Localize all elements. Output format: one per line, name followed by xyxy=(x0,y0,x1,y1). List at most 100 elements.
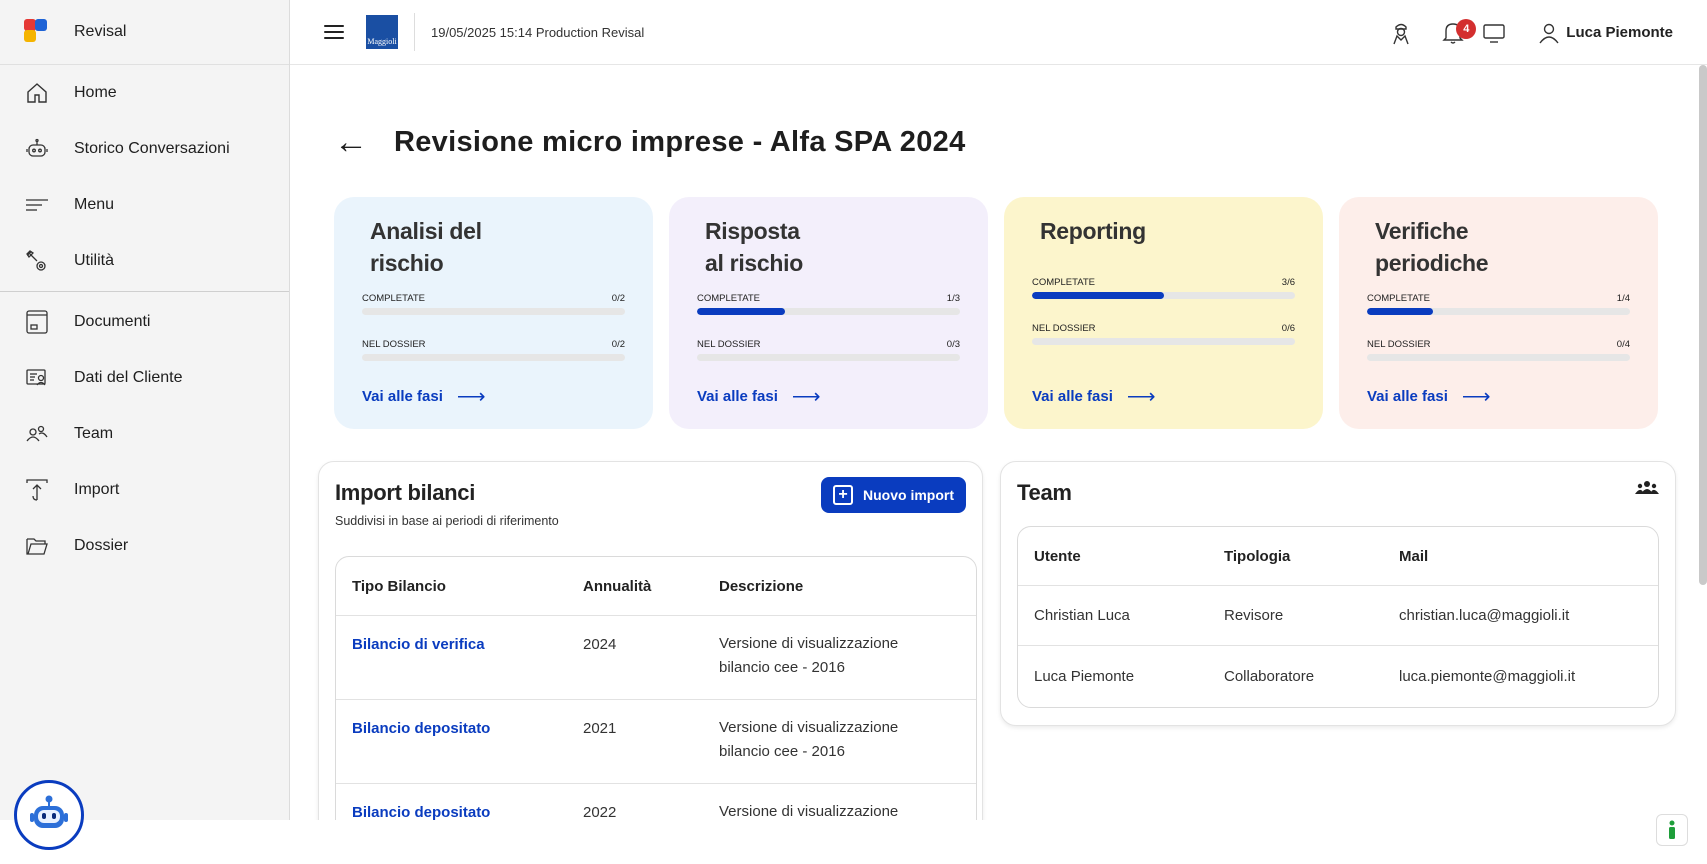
sidebar-brand[interactable]: Revisal xyxy=(0,0,289,65)
robot-icon xyxy=(24,136,50,162)
nel-dossier-value: 0/4 xyxy=(1616,339,1630,350)
column-header: Annualità xyxy=(583,577,652,595)
tipo-bilancio-link[interactable]: Bilancio depositato xyxy=(336,804,567,820)
monitor-icon[interactable] xyxy=(1482,22,1506,44)
card-title: Risposta al rischio xyxy=(705,218,803,276)
page-header: ← Revisione micro imprese - Alfa SPA 202… xyxy=(334,125,966,159)
vai-alle-fasi-link[interactable]: Vai alle fasi ⟶ xyxy=(1032,384,1156,409)
sidebar-item-storico-conversazioni[interactable]: Storico Conversazioni xyxy=(0,121,289,177)
completate-value: 0/2 xyxy=(611,293,625,304)
plus-square-icon: + xyxy=(833,485,853,505)
tipo-bilancio-link[interactable]: Bilancio depositato xyxy=(336,720,567,783)
sidebar-item-label: Team xyxy=(74,425,114,442)
completate-value: 1/4 xyxy=(1616,293,1630,304)
notification-badge: 4 xyxy=(1456,18,1477,39)
descrizione-cell: Versione di visualizzazione xyxy=(719,803,899,820)
main-content: ← Revisione micro imprese - Alfa SPA 202… xyxy=(290,65,1707,820)
column-header: Descrizione xyxy=(719,577,804,595)
accessibility-icon xyxy=(1669,820,1675,839)
hamburger-menu-icon[interactable] xyxy=(324,21,344,43)
wrench-gear-icon xyxy=(24,248,50,274)
team-panel: Team Utente Tipologia Mail Christian Luc… xyxy=(1000,461,1676,726)
tipologia-cell: Revisore xyxy=(1224,607,1284,624)
nel-dossier-value: 0/2 xyxy=(611,339,625,350)
nuovo-import-button[interactable]: + Nuovo import xyxy=(821,477,966,513)
completate-progress-bar xyxy=(362,308,625,315)
import-table: Tipo Bilancio Annualità Descrizione Bila… xyxy=(335,556,977,820)
card-title: Verifiche periodiche xyxy=(1375,218,1489,276)
revisal-logo-icon xyxy=(24,19,50,45)
import-bilanci-panel: Import bilanci Suddivisi in base ai peri… xyxy=(318,461,983,820)
mail-cell[interactable]: christian.luca@maggioli.it xyxy=(1383,607,1658,624)
completate-value: 3/6 xyxy=(1281,277,1295,288)
sidebar-item-team[interactable]: Team xyxy=(0,406,289,462)
sidebar-item-label: Storico Conversazioni xyxy=(74,140,230,157)
completate-row: COMPLETATE 1/4 xyxy=(1367,293,1630,304)
annualita-cell: 2021 xyxy=(583,720,617,737)
team-group-icon[interactable] xyxy=(1635,480,1659,501)
nel-dossier-row: NEL DOSSIER 0/2 xyxy=(362,339,625,350)
sidebar-item-home[interactable]: Home xyxy=(0,65,289,121)
annualita-cell: 2022 xyxy=(583,804,617,820)
user-name: Luca Piemonte xyxy=(1566,24,1673,41)
topbar-info: 19/05/2025 15:14 Production Revisal xyxy=(431,24,645,40)
sidebar-item-label: Home xyxy=(74,84,117,101)
tipo-bilancio-link[interactable]: Bilancio di verifica xyxy=(336,636,567,699)
vai-alle-fasi-link[interactable]: Vai alle fasi ⟶ xyxy=(362,384,486,409)
accessibility-button[interactable] xyxy=(1656,814,1688,846)
sidebar-item-import[interactable]: Import xyxy=(0,462,289,518)
completate-row: COMPLETATE 0/2 xyxy=(362,293,625,304)
sidebar-item-dati-cliente[interactable]: Dati del Cliente xyxy=(0,350,289,406)
sidebar-divider xyxy=(0,291,289,292)
phase-card-verifiche-periodiche: Verifiche periodiche COMPLETATE 1/4 NEL DO… xyxy=(1339,197,1658,429)
table-header-row: Utente Tipologia Mail xyxy=(1018,527,1658,586)
arrow-right-icon: ⟶ xyxy=(791,386,821,408)
sidebar-item-documenti[interactable]: Documenti xyxy=(0,294,289,350)
scrollbar[interactable] xyxy=(1699,65,1707,585)
import-bilanci-title: Import bilanci xyxy=(335,480,476,505)
nel-dossier-progress-bar xyxy=(1367,354,1630,361)
column-header: Tipologia xyxy=(1224,547,1291,565)
utente-cell: Luca Piemonte xyxy=(1034,667,1135,685)
arrow-right-icon: ⟶ xyxy=(1126,386,1156,408)
tipologia-cell: Collaboratore xyxy=(1224,667,1315,685)
table-row[interactable]: Bilancio depositato 2022 Versione di vis… xyxy=(336,784,976,820)
arrow-right-icon: ⟶ xyxy=(456,386,486,408)
vai-alle-fasi-link[interactable]: Vai alle fasi ⟶ xyxy=(1367,384,1491,409)
user-menu[interactable]: Luca Piemonte xyxy=(1538,22,1673,44)
mail-cell[interactable]: luca.piemonte@maggioli.it xyxy=(1383,668,1658,685)
home-icon xyxy=(24,80,50,106)
folder-icon xyxy=(24,533,50,559)
descrizione-cell: Versione di visualizzazione bilancio cee … xyxy=(719,719,899,760)
nel-dossier-value: 0/6 xyxy=(1281,323,1295,334)
app-title: Revisal xyxy=(74,23,127,40)
import-bilanci-subtitle: Suddivisi in base ai periodi di riferime… xyxy=(335,514,559,528)
import-icon xyxy=(24,477,50,503)
card-title: Analisi del rischio xyxy=(370,218,482,276)
phase-card-analisi-rischio: Analisi del rischio COMPLETATE 0/2 NEL DOS… xyxy=(334,197,653,429)
sidebar-item-menu[interactable]: Menu xyxy=(0,177,289,233)
sidebar-item-label: Import xyxy=(74,481,120,498)
back-arrow-icon[interactable]: ← xyxy=(334,125,368,159)
maggioli-logo: Maggioli xyxy=(366,15,398,49)
annualita-cell: 2024 xyxy=(583,636,617,653)
sidebar-item-label: Utilità xyxy=(74,252,115,269)
table-row[interactable]: Christian Luca Revisore christian.luca@m… xyxy=(1018,586,1658,646)
arrow-right-icon: ⟶ xyxy=(1461,386,1491,408)
operator-icon[interactable] xyxy=(1390,21,1412,45)
bell-icon[interactable]: 4 xyxy=(1442,18,1477,45)
table-row[interactable]: Luca Piemonte Collaboratore luca.piemont… xyxy=(1018,646,1658,706)
card-title: Reporting xyxy=(1040,218,1146,244)
nel-dossier-progress-bar xyxy=(362,354,625,361)
phase-card-risposta-rischio: Risposta al rischio COMPLETATE 1/3 NEL DOS… xyxy=(669,197,988,429)
document-icon xyxy=(24,309,50,335)
vai-alle-fasi-link[interactable]: Vai alle fasi ⟶ xyxy=(697,384,821,409)
table-row[interactable]: Bilancio depositato 2021 Versione di vis… xyxy=(336,700,976,784)
sidebar-item-utilita[interactable]: Utilità xyxy=(0,233,289,289)
sidebar-item-dossier[interactable]: Dossier xyxy=(0,518,289,574)
topbar-actions: 4 Luca Piemonte xyxy=(1368,0,1673,65)
table-row[interactable]: Bilancio di verifica 2024 Versione di vi… xyxy=(336,616,976,700)
column-header: Tipo Bilancio xyxy=(352,577,446,595)
progress-fill xyxy=(697,308,785,315)
chatbot-button[interactable] xyxy=(14,780,84,850)
